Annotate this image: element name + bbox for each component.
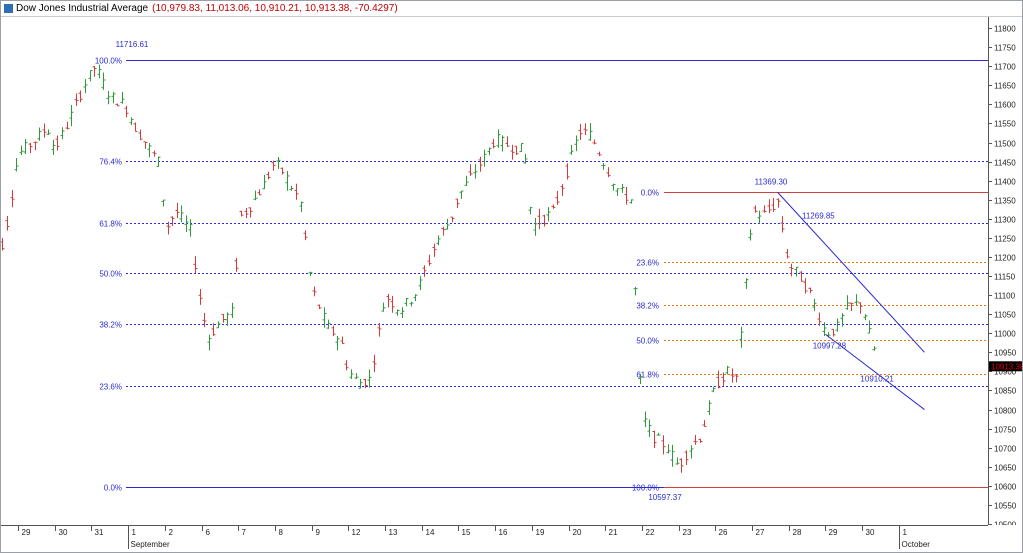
x-axis-tick-label: 8 — [279, 528, 284, 537]
x-axis-tick-label: 22 — [646, 528, 655, 537]
x-axis-tick-label: 26 — [719, 528, 728, 537]
x-axis-tick-label: 14 — [426, 528, 435, 537]
month-label: October — [902, 540, 931, 549]
y-axis-tick-label: 11600 — [994, 101, 1016, 110]
swing-high-label: 11369.30 — [755, 177, 788, 186]
y-axis-tick-label: 11700 — [994, 63, 1016, 72]
y-axis-tick-label: 10750 — [994, 426, 1017, 435]
fib-level-label: 23.6% — [99, 383, 122, 392]
y-axis-tick-label: 11750 — [994, 44, 1016, 53]
swing-high-label: 11716.61 — [116, 40, 149, 49]
x-axis-tick-label: 1 — [903, 528, 908, 537]
y-axis-tick-label: 11200 — [994, 254, 1016, 263]
fib-level-label: 38.2% — [99, 321, 122, 330]
y-axis-tick-label: 10600 — [994, 483, 1017, 492]
fib-level-label: 0.0% — [104, 484, 122, 493]
current-price-label: 10913.38 — [991, 362, 1022, 371]
y-axis-tick-label: 11550 — [994, 120, 1016, 129]
fib-level-label: 76.4% — [99, 158, 122, 167]
price-point-label: 10997.28 — [813, 341, 847, 350]
y-axis-tick-label: 11800 — [994, 25, 1016, 34]
x-axis-tick-label: 12 — [352, 528, 361, 537]
x-axis-tick-label: 29 — [22, 528, 31, 537]
y-axis-tick-label: 11000 — [994, 330, 1016, 339]
month-label: September — [131, 540, 170, 549]
y-axis-tick-label: 10700 — [994, 445, 1017, 454]
fib-retracement-label: 38.2% — [636, 302, 659, 311]
x-axis-tick-label: 28 — [793, 528, 802, 537]
x-axis-tick-label: 16 — [499, 528, 508, 537]
x-axis-tick-label: 27 — [756, 528, 765, 537]
x-axis-tick-label: 31 — [95, 528, 104, 537]
x-axis-tick-label: 29 — [829, 528, 838, 537]
fib-retracement-label: 0.0% — [641, 189, 659, 198]
y-axis-tick-label: 11450 — [994, 159, 1016, 168]
y-axis-tick-label: 11650 — [994, 82, 1016, 91]
x-axis-tick-label: 23 — [683, 528, 692, 537]
x-axis-tick-label: 30 — [59, 528, 68, 537]
y-axis-tick-label: 11100 — [994, 292, 1016, 301]
fib-retracement-label: 23.6% — [636, 259, 659, 268]
y-axis-tick-label: 11250 — [994, 235, 1016, 244]
x-axis-tick-label: 15 — [462, 528, 471, 537]
fib-level-label: 61.8% — [99, 220, 122, 229]
x-axis-tick-label: 1 — [132, 528, 137, 537]
y-axis-tick-label: 10800 — [994, 407, 1017, 416]
y-axis-tick-label: 11300 — [994, 216, 1016, 225]
fib-level-label: 100.0% — [95, 57, 122, 66]
fib-retracement-label: 50.0% — [636, 337, 659, 346]
y-axis-tick-label: 10550 — [994, 502, 1017, 511]
y-axis-tick-label: 11050 — [994, 311, 1016, 320]
chart-window: Dow Jones Industrial Average (10,979.83, … — [0, 0, 1023, 553]
fib-level-label: 50.0% — [99, 270, 122, 279]
price-point-label: 11269.85 — [802, 211, 835, 220]
x-axis-tick-label: 30 — [866, 528, 875, 537]
plot-area — [1, 17, 988, 525]
y-axis-tick-label: 11150 — [994, 273, 1016, 282]
x-axis-tick-label: 7 — [242, 528, 247, 537]
y-axis-tick-label: 10850 — [994, 387, 1017, 396]
y-axis-tick-label: 10950 — [994, 349, 1017, 358]
y-axis-tick-label: 11500 — [994, 140, 1016, 149]
y-axis-tick-label: 11350 — [994, 197, 1016, 206]
y-axis-tick-label: 10650 — [994, 464, 1017, 473]
price-point-label: 10910.21 — [860, 375, 894, 384]
x-axis-tick-label: 19 — [536, 528, 545, 537]
fib-retracement-label: 100.0% — [632, 484, 659, 493]
x-axis-tick-label: 9 — [316, 528, 321, 537]
x-axis-tick-label: 6 — [206, 528, 211, 537]
swing-low-label: 10597.37 — [648, 493, 682, 502]
x-axis-tick-label: 20 — [573, 528, 582, 537]
x-axis-tick-label: 13 — [389, 528, 398, 537]
price-chart[interactable]: 100.0%76.4%61.8%50.0%38.2%23.6%0.0%11716… — [1, 1, 1022, 552]
x-axis-tick-label: 21 — [609, 528, 618, 537]
y-axis-tick-label: 11400 — [994, 178, 1016, 187]
x-axis-tick-label: 2 — [169, 528, 174, 537]
